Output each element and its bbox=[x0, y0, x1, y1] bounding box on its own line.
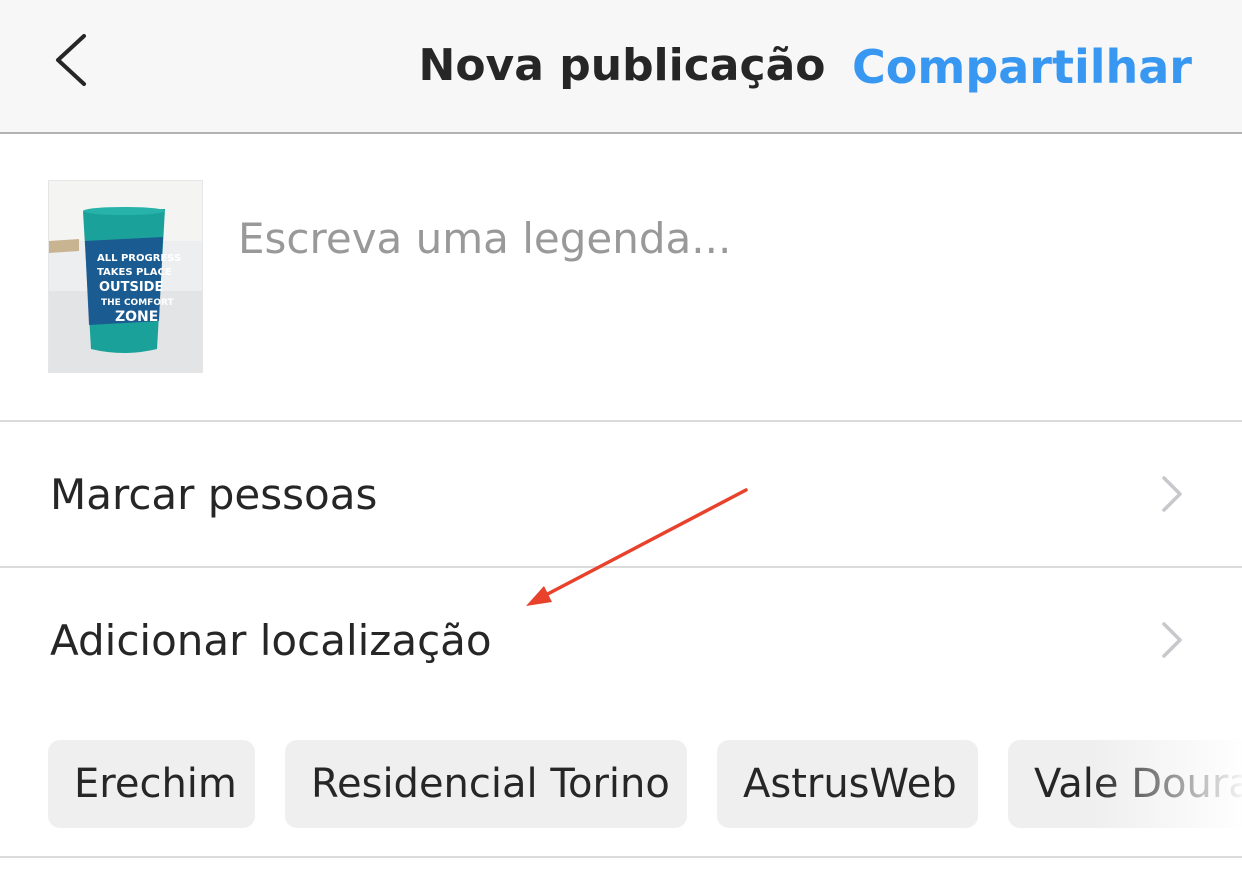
share-button[interactable]: Compartilhar bbox=[852, 40, 1192, 94]
location-chip[interactable]: Vale Doura bbox=[1008, 740, 1242, 828]
add-location-row[interactable]: Adicionar localização bbox=[0, 568, 1242, 708]
tag-people-row[interactable]: Marcar pessoas bbox=[0, 422, 1242, 562]
chevron-right-icon bbox=[1162, 476, 1182, 512]
photo-thumbnail: ALL PROGRESS TAKES PLACE OUTSIDE THE COM… bbox=[48, 180, 203, 373]
divider bbox=[0, 856, 1242, 858]
add-location-label: Adicionar localização bbox=[50, 616, 492, 665]
svg-text:ALL PROGRESS: ALL PROGRESS bbox=[97, 253, 181, 264]
chevron-right-icon bbox=[1162, 622, 1182, 658]
location-suggestions: Erechim Residencial Torino AstrusWeb Val… bbox=[0, 740, 1242, 830]
location-chip[interactable]: AstrusWeb bbox=[717, 740, 978, 828]
top-nav-bar: Nova publicação Compartilhar bbox=[0, 0, 1242, 134]
svg-text:ZONE: ZONE bbox=[115, 309, 158, 325]
caption-input[interactable] bbox=[238, 208, 1198, 268]
location-chip[interactable]: Residencial Torino bbox=[285, 740, 687, 828]
svg-text:THE COMFORT: THE COMFORT bbox=[101, 298, 174, 308]
tag-people-label: Marcar pessoas bbox=[50, 470, 378, 519]
photo-thumbnail-icon: ALL PROGRESS TAKES PLACE OUTSIDE THE COM… bbox=[49, 181, 202, 372]
svg-text:TAKES PLACE: TAKES PLACE bbox=[97, 267, 172, 278]
location-chip[interactable]: Erechim bbox=[48, 740, 255, 828]
svg-text:OUTSIDE: OUTSIDE bbox=[99, 280, 163, 295]
